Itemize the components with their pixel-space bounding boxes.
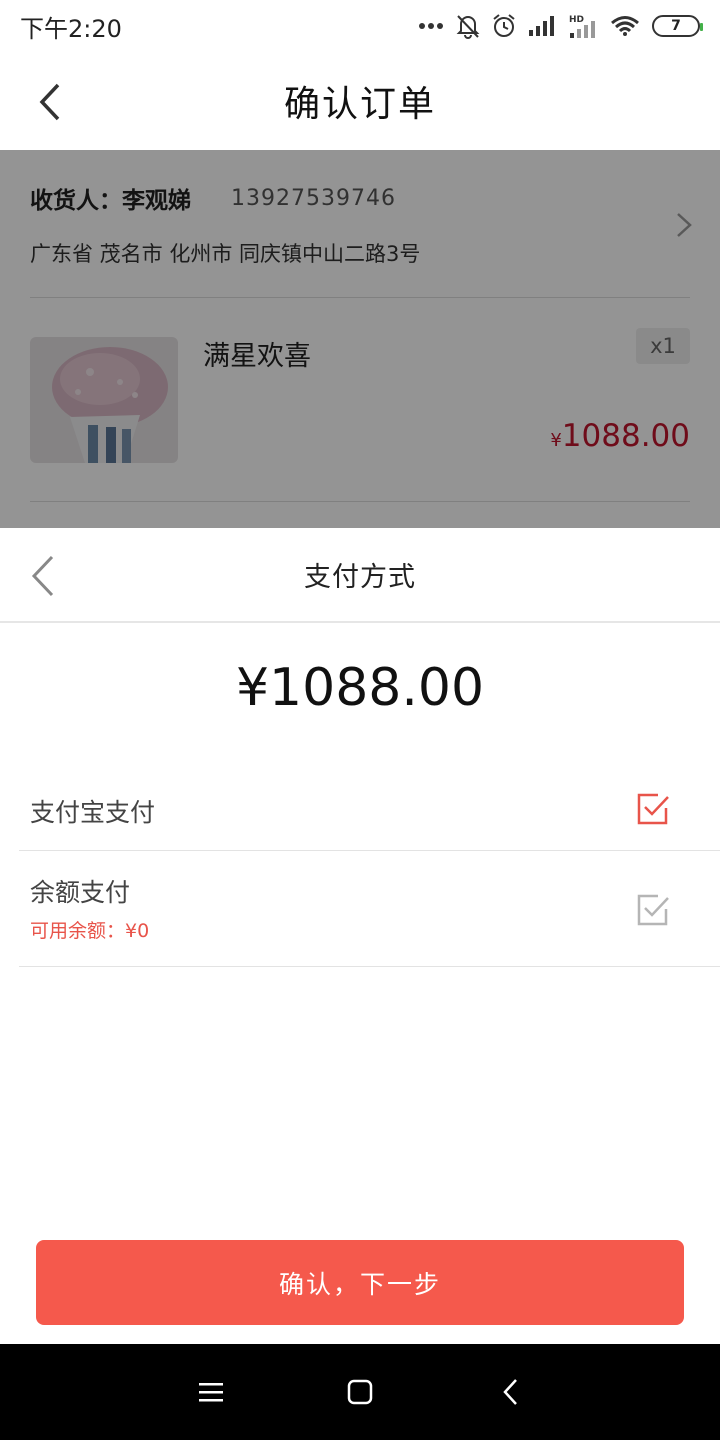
wifi-icon: [611, 16, 639, 36]
page-header: 确认订单: [0, 52, 720, 150]
status-time: 下午2:20: [20, 14, 122, 43]
checkbox-checked-icon[interactable]: [636, 792, 670, 826]
payment-option-label: 支付宝支付: [30, 798, 156, 827]
payment-option-balance[interactable]: 余额支付 可用余额：¥0: [19, 851, 720, 967]
payment-sheet-header: 支付方式: [0, 528, 720, 623]
hd-signal-icon: HD: [569, 15, 595, 38]
alarm-icon: [493, 14, 515, 37]
checkbox-unchecked-icon[interactable]: [636, 893, 670, 927]
home-button[interactable]: [340, 1372, 380, 1412]
svg-text:HD: HD: [569, 15, 584, 25]
modal-overlay[interactable]: [0, 150, 720, 528]
available-balance: 可用余额：¥0: [30, 920, 150, 942]
system-nav-bar: [0, 1344, 720, 1440]
nav-back-button[interactable]: [491, 1372, 531, 1412]
chevron-left-icon: [31, 555, 54, 597]
menu-button[interactable]: [191, 1372, 231, 1412]
mute-icon: [456, 15, 480, 39]
back-icon: [503, 1379, 517, 1405]
battery-icon: 7: [652, 15, 703, 37]
chevron-left-icon: [39, 83, 60, 121]
menu-icon: [199, 1383, 223, 1402]
more-icon: [419, 23, 443, 29]
status-bar: 下午2:20 HD 7: [0, 0, 720, 52]
home-icon: [347, 1379, 373, 1405]
page-title: 确认订单: [283, 84, 436, 125]
signal-icon: [529, 16, 554, 36]
sheet-back-button[interactable]: [28, 552, 60, 600]
status-icons: HD 7: [418, 13, 703, 39]
battery-level: 7: [671, 18, 681, 34]
confirm-next-button[interactable]: 确认，下一步: [36, 1240, 684, 1325]
payment-sheet: 支付方式 ¥1088.00 支付宝支付 余额支付 可用余额：¥0 确认，下一步: [0, 528, 720, 1344]
payment-option-alipay[interactable]: 支付宝支付: [19, 773, 720, 851]
payment-amount: ¥1088.00: [235, 658, 485, 718]
back-button[interactable]: [28, 78, 72, 126]
payment-option-label: 余额支付: [30, 878, 131, 907]
payment-sheet-title: 支付方式: [304, 562, 416, 593]
